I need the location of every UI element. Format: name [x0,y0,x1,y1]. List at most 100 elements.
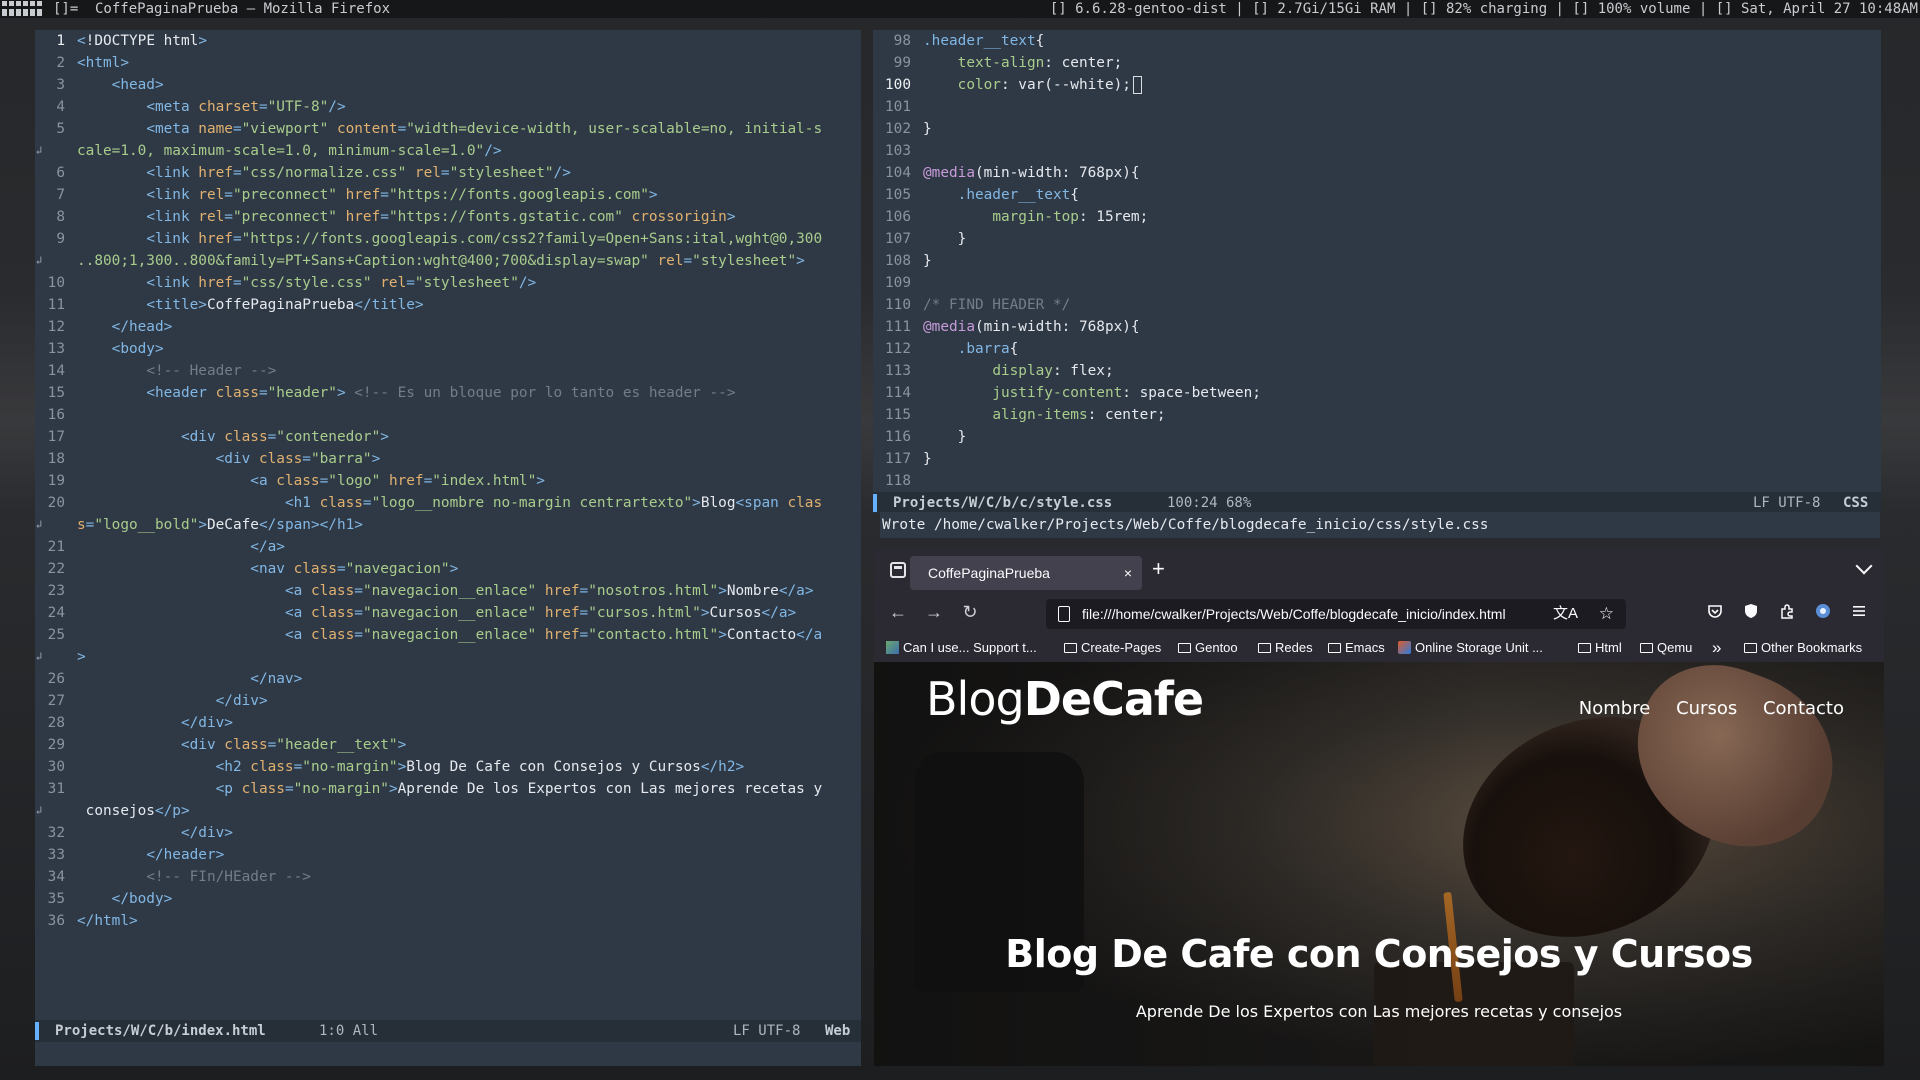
code-line[interactable]: 107 } [873,228,1881,250]
code-line[interactable]: 2 <html> [35,52,861,74]
bookmark-folder-create-pages[interactable]: Create-Pages [1064,634,1161,662]
bookmark-online-storage[interactable]: Online Storage Unit ... [1398,634,1543,662]
bookmark-folder-redes[interactable]: Redes [1258,634,1313,662]
forward-button[interactable]: → [922,602,946,623]
code-line[interactable]: 30 <h2 class="no-margin">Blog De Cafe co… [35,756,861,778]
code-line[interactable]: 102} [873,118,1881,140]
bookmark-folder-html[interactable]: Html [1578,634,1622,662]
code-line[interactable]: 31 <p class="no-margin">Aprende De los E… [35,778,861,800]
code-line[interactable]: 21 </a> [35,536,861,558]
layout-indicator[interactable]: []= [53,0,78,18]
nav-link-nombre[interactable]: Nombre [1579,698,1651,719]
tab-list-icon[interactable] [890,562,906,578]
code-line[interactable]: 4 <meta charset="UTF-8"/> [35,96,861,118]
bookmark-folder-qemu[interactable]: Qemu [1640,634,1692,662]
code-line[interactable]: 111 @media(min-width: 768px){ [873,316,1881,338]
code-line[interactable]: ↲ cale=1.0, maximum-scale=1.0, minimum-sc… [35,140,861,162]
bookmark-folder-other[interactable]: Other Bookmarks [1744,634,1862,662]
code-line[interactable]: 112 .barra{ [873,338,1881,360]
code-line[interactable]: 19 <a class="logo" href="index.html"> [35,470,861,492]
code-line[interactable]: 22 <nav class="navegacion"> [35,558,861,580]
new-tab-button[interactable]: + [1152,556,1165,582]
tab-coffepaginaprueba[interactable]: CoffePaginaPrueba × [910,556,1142,590]
code-line[interactable]: 16 [35,404,861,426]
bookmark-folder-gentoo[interactable]: Gentoo [1178,634,1238,662]
code-line[interactable]: 7 <link rel="preconnect" href="https://f… [35,184,861,206]
code-line[interactable]: ↲ consejos</p> [35,800,861,822]
css-code-area[interactable]: 98 .header__text{99 text-align: center; 10… [873,30,1881,492]
code-line[interactable]: 11 <title>CoffePaginaPrueba</title> [35,294,861,316]
code-line[interactable]: 33 </header> [35,844,861,866]
translate-icon[interactable]: 文A [1553,599,1578,629]
code-line[interactable]: 17 <div class="contenedor"> [35,426,861,448]
close-icon[interactable]: × [1124,556,1132,590]
css-editor-pane[interactable]: 98 .header__text{99 text-align: center; 10… [873,30,1881,500]
chevron-down-icon[interactable] [1855,557,1873,575]
code-line[interactable]: 36 </html> [35,910,861,932]
nav-link-cursos[interactable]: Cursos [1676,698,1737,719]
code-line[interactable]: 101 [873,96,1881,118]
code-line[interactable]: 26 </nav> [35,668,861,690]
code-line[interactable]: 34 <!-- FIn/HEader --> [35,866,861,888]
code-line[interactable]: 117} [873,448,1881,470]
url-text[interactable]: file:///home/cwalker/Projects/Web/Coffe/… [1082,606,1506,622]
code-line[interactable]: 116 } [873,426,1881,448]
menu-icon[interactable] [1848,603,1870,624]
code-line[interactable]: 110 /* FIND HEADER */ [873,294,1881,316]
code-line[interactable]: 114 justify-content: space-between; [873,382,1881,404]
bookmark-star-icon[interactable]: ☆ [1599,599,1614,629]
code-line[interactable]: 18 <div class="barra"> [35,448,861,470]
code-line[interactable]: 105 .header__text{ [873,184,1881,206]
code-line[interactable]: 10 <link href="css/style.css" rel="style… [35,272,861,294]
code-line[interactable]: 8 <link rel="preconnect" href="https://f… [35,206,861,228]
code-line[interactable]: 25 <a class="navegacion__enlace" href="c… [35,624,861,646]
code-line[interactable]: 6 <link href="css/normalize.css" rel="st… [35,162,861,184]
code-line[interactable]: 27 </div> [35,690,861,712]
code-line[interactable]: 108} [873,250,1881,272]
code-line[interactable]: 12 </head> [35,316,861,338]
code-line[interactable]: 23 <a class="navegacion__enlace" href="n… [35,580,861,602]
site-logo[interactable]: BlogDeCafe [926,672,1204,726]
code-line[interactable]: 5 <meta name="viewport" content="width=d… [35,118,861,140]
code-line[interactable]: 98 .header__text{ [873,30,1881,52]
bookmark-caniuse[interactable]: Can I use... Support t... [886,634,1037,662]
extensions-icon[interactable] [1776,603,1798,624]
code-line[interactable]: 14 <!-- Header --> [35,360,861,382]
code-line[interactable]: 24 <a class="navegacion__enlace" href="c… [35,602,861,624]
nav-link-contacto[interactable]: Contacto [1763,698,1844,719]
pocket-icon[interactable] [1704,603,1726,624]
code-line[interactable]: 118 [873,470,1881,492]
code-line[interactable]: 20 <h1 class="logo__nombre no-margin cen… [35,492,861,514]
code-line[interactable]: 28 </div> [35,712,861,734]
code-line[interactable]: 104 @media(min-width: 768px){ [873,162,1881,184]
code-line[interactable]: 99 text-align: center; [873,52,1881,74]
code-line[interactable]: 15 <header class="header"> <!-- Es un bl… [35,382,861,404]
bookmarks-overflow-button[interactable]: » [1712,634,1721,662]
code-line[interactable]: 113 display: flex; [873,360,1881,382]
code-line[interactable]: 35 </body> [35,888,861,910]
html-code-area[interactable]: 1 <!DOCTYPE html> 2 <html> 3 <head> 4 <meta c… [35,30,861,932]
code-line[interactable]: 100 color: var(--white); [873,74,1881,96]
back-button[interactable]: ← [886,602,910,623]
code-line[interactable]: 109 [873,272,1881,294]
code-line[interactable]: 3 <head> [35,74,861,96]
html-editor-pane[interactable]: 1 <!DOCTYPE html> 2 <html> 3 <head> 4 <meta c… [35,30,861,1066]
url-bar[interactable]: file:///home/cwalker/Projects/Web/Coffe/… [1046,599,1626,629]
code-line[interactable]: 115 align-items: center; [873,404,1881,426]
code-line[interactable]: 13 <body> [35,338,861,360]
bookmark-folder-emacs[interactable]: Emacs [1328,634,1385,662]
code-line[interactable]: ↲ s="logo__bold">DeCafe</span></h1> [35,514,861,536]
workspace-indicator[interactable] [2,1,44,16]
code-line[interactable]: ↲ > [35,646,861,668]
code-line[interactable]: 9 <link href="https://fonts.googleapis.c… [35,228,861,250]
code-token: <a [284,583,311,599]
reload-button[interactable]: ↻ [958,602,982,623]
account-icon[interactable] [1812,603,1834,624]
code-line[interactable]: 32 </div> [35,822,861,844]
shield-icon[interactable] [1740,603,1762,624]
code-line[interactable]: ↲ ..800;1,300..800&family=PT+Sans+Caption… [35,250,861,272]
code-line[interactable]: 1 <!DOCTYPE html> [35,30,861,52]
code-line[interactable]: 106 margin-top: 15rem; [873,206,1881,228]
code-line[interactable]: 103 [873,140,1881,162]
code-line[interactable]: 29 <div class="header__text"> [35,734,861,756]
